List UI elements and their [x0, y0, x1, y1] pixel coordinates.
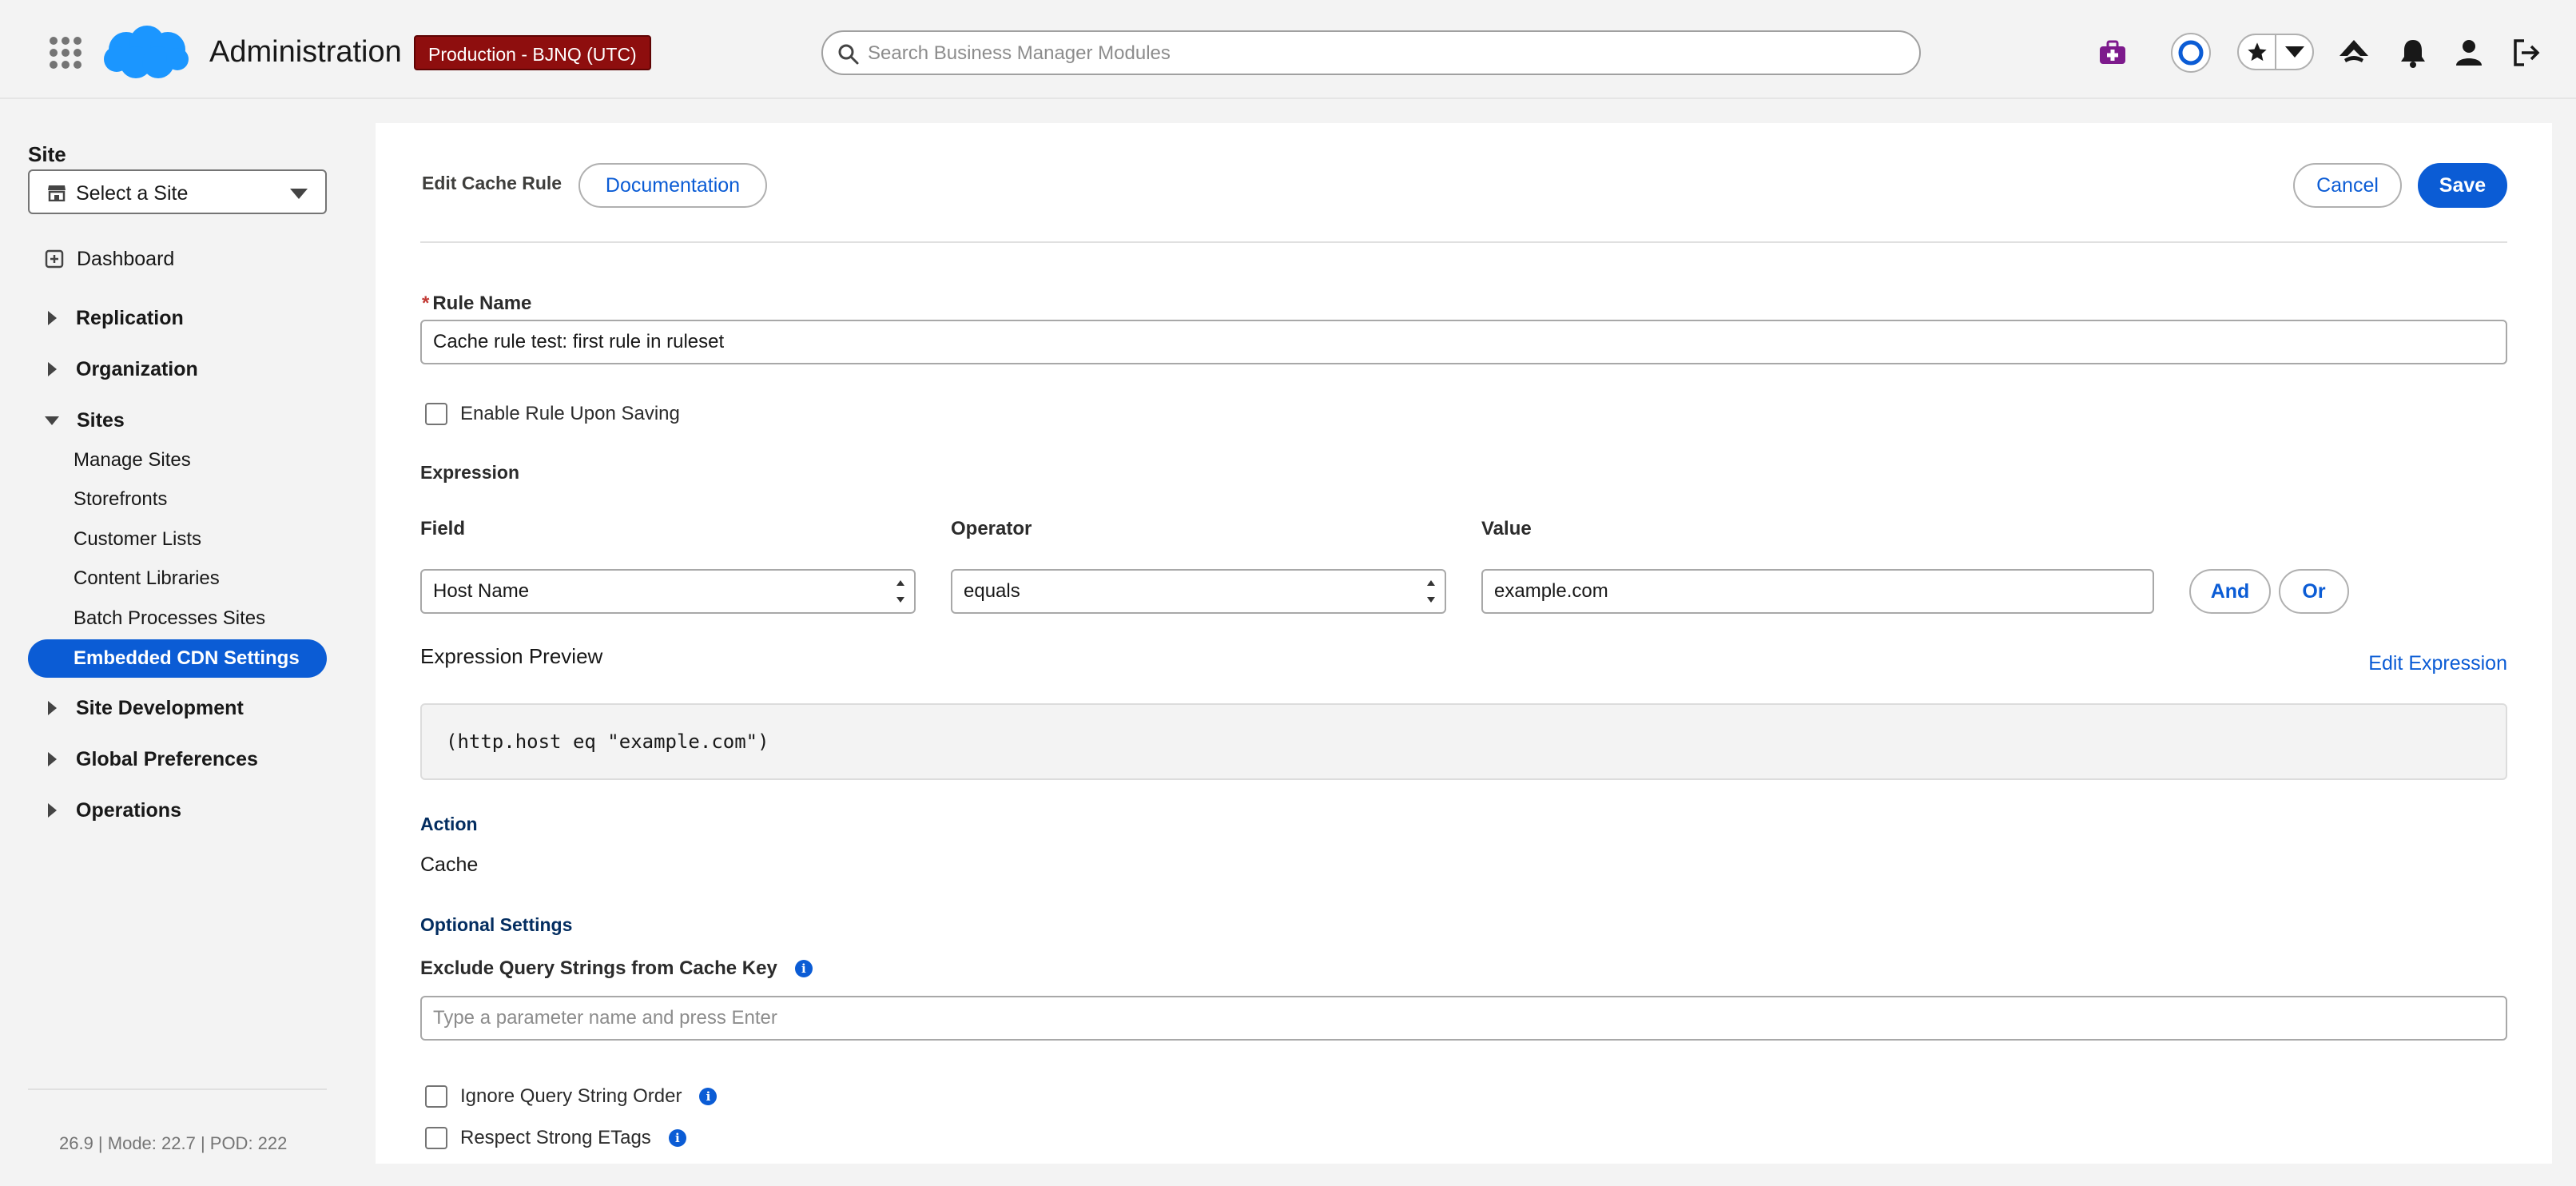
respect-strong-etags-checkbox[interactable]: [425, 1127, 447, 1149]
chevron-down-icon: [290, 189, 308, 199]
required-indicator: *: [422, 293, 430, 314]
site-label: Site: [28, 142, 66, 166]
rule-name-input[interactable]: Cache rule test: first rule in ruleset: [420, 320, 2507, 364]
sidebar-item-dashboard[interactable]: Dashboard: [45, 245, 174, 273]
field-select[interactable]: Host Name: [420, 569, 916, 614]
enable-rule-row: Enable Rule Upon Saving: [425, 400, 680, 428]
site-select[interactable]: Select a Site: [28, 169, 327, 214]
expression-heading: Expression: [420, 462, 519, 483]
select-arrows-icon: [1425, 577, 1437, 606]
or-button[interactable]: Or: [2279, 569, 2349, 614]
help-lifebuoy-icon[interactable]: [2169, 30, 2213, 75]
notifications-bell-icon[interactable]: [2391, 30, 2435, 75]
sidebar-section-global-preferences[interactable]: Global Preferences: [48, 745, 258, 774]
sidebar-item-storefronts[interactable]: Storefronts: [74, 485, 167, 514]
expand-right-icon: [48, 803, 57, 818]
ignore-query-string-order-row: Ignore Query String Order i: [425, 1082, 718, 1111]
environment-badge: Production - BJNQ (UTC): [414, 35, 651, 70]
operator-select[interactable]: equals: [951, 569, 1446, 614]
respect-strong-etags-label: Respect Strong ETags: [460, 1127, 651, 1148]
favorites-dropdown-icon[interactable]: [2275, 35, 2312, 69]
sidebar-item-content-libraries[interactable]: Content Libraries: [74, 564, 220, 593]
logout-icon[interactable]: [2504, 30, 2549, 75]
expression-preview-label: Expression Preview: [420, 644, 603, 668]
field-select-value: Host Name: [433, 580, 530, 602]
favorites-star-icon[interactable]: [2239, 35, 2275, 69]
site-select-value: Select a Site: [76, 182, 189, 205]
select-arrows-icon: [895, 577, 906, 606]
search-icon: [838, 44, 859, 65]
respect-strong-etags-row: Respect Strong ETags i: [425, 1124, 686, 1152]
exclude-query-strings-label: Exclude Query Strings from Cache Key: [420, 957, 777, 979]
exclude-query-strings-input[interactable]: Type a parameter name and press Enter: [420, 996, 2507, 1041]
favorites-group: [2237, 34, 2314, 70]
enable-rule-checkbox[interactable]: [425, 403, 447, 425]
operator-label: Operator: [951, 518, 1032, 539]
sidebar-item-embedded-cdn-settings[interactable]: Embedded CDN Settings: [28, 639, 327, 678]
sidebar-section-label: Sites: [77, 408, 125, 432]
medical-kit-icon[interactable]: [2090, 30, 2135, 75]
global-header: Administration Production - BJNQ (UTC): [0, 0, 2576, 99]
expand-right-icon: [48, 311, 57, 325]
sidebar-section-operations[interactable]: Operations: [48, 796, 181, 825]
sidebar-item-batch-processes-sites[interactable]: Batch Processes Sites: [74, 604, 265, 633]
sidebar-section-label: Global Preferences: [76, 747, 258, 770]
sidebar-item-label: Dashboard: [77, 247, 175, 270]
sidebar-section-label: Operations: [76, 798, 181, 822]
rule-name-label-text: Rule Name: [432, 293, 532, 314]
app-launcher-icon[interactable]: [50, 37, 81, 69]
global-search[interactable]: [821, 30, 1921, 75]
store-icon: [48, 185, 66, 201]
and-button[interactable]: And: [2189, 569, 2271, 614]
info-icon[interactable]: i: [794, 960, 813, 977]
info-icon[interactable]: i: [668, 1129, 686, 1147]
documentation-button[interactable]: Documentation: [578, 163, 767, 208]
sidebar-section-replication[interactable]: Replication: [48, 304, 184, 332]
sidebar-item-manage-sites[interactable]: Manage Sites: [74, 446, 191, 475]
sidebar: Site Select a Site Dashboard Replication…: [0, 101, 376, 1164]
cancel-button[interactable]: Cancel: [2293, 163, 2402, 208]
action-value: Cache: [420, 854, 479, 876]
rule-name-label: * Rule Name: [422, 293, 531, 315]
sidebar-section-label: Site Development: [76, 696, 244, 719]
sidebar-section-label: Organization: [76, 357, 198, 380]
collapse-down-icon: [45, 416, 59, 425]
sidebar-item-customer-lists[interactable]: Customer Lists: [74, 525, 201, 554]
edit-expression-link[interactable]: Edit Expression: [2368, 652, 2507, 675]
exclude-query-strings-label-row: Exclude Query Strings from Cache Key i: [420, 954, 813, 983]
info-icon[interactable]: i: [699, 1088, 718, 1105]
sidebar-section-sites[interactable]: Sites: [45, 406, 125, 435]
search-input[interactable]: [868, 38, 1890, 69]
trailhead-icon[interactable]: [2332, 30, 2376, 75]
field-label: Field: [420, 518, 466, 539]
version-info: 26.9 | Mode: 22.7 | POD: 222: [59, 1133, 288, 1153]
sidebar-section-label: Replication: [76, 306, 184, 329]
user-profile-icon[interactable]: [2447, 30, 2491, 75]
action-heading: Action: [420, 814, 478, 834]
save-button[interactable]: Save: [2418, 163, 2507, 208]
ignore-query-string-order-label: Ignore Query String Order: [460, 1085, 682, 1107]
expression-preview-box: (http.host eq "example.com"): [420, 703, 2507, 780]
enable-rule-label: Enable Rule Upon Saving: [460, 403, 680, 424]
header-divider: [420, 241, 2507, 243]
value-label: Value: [1481, 518, 1532, 539]
ignore-query-string-order-checkbox[interactable]: [425, 1085, 447, 1108]
salesforce-logo: [102, 22, 190, 87]
app-title: Administration: [209, 35, 402, 69]
expand-right-icon: [48, 701, 57, 715]
expand-right-icon: [48, 752, 57, 766]
page-title: Edit Cache Rule: [422, 173, 563, 193]
sidebar-divider: [28, 1088, 327, 1090]
edit-cache-rule-panel: Edit Cache Rule Documentation Cancel Sav…: [376, 123, 2552, 1164]
expand-right-icon: [48, 362, 57, 376]
sidebar-section-organization[interactable]: Organization: [48, 355, 198, 384]
dashboard-icon: [45, 249, 64, 269]
value-input[interactable]: example.com: [1481, 569, 2154, 614]
sidebar-section-site-development[interactable]: Site Development: [48, 694, 244, 722]
optional-settings-heading: Optional Settings: [420, 914, 573, 935]
operator-select-value: equals: [964, 580, 1020, 602]
